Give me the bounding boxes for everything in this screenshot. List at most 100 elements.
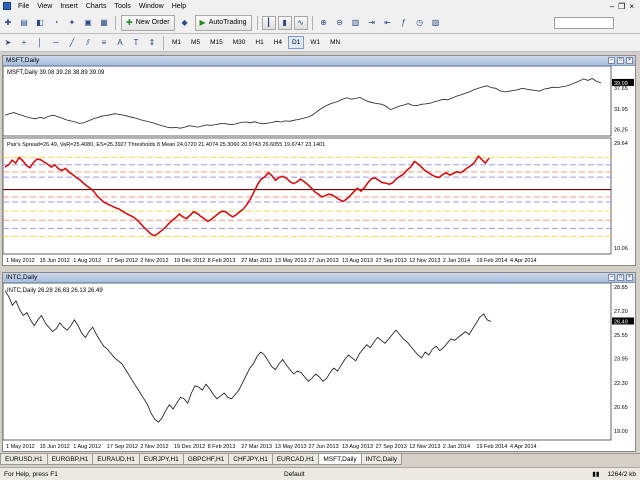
vertical-line-icon[interactable]: │ [33,36,47,50]
timeframe-m1[interactable]: M1 [168,36,185,49]
msft-chart-label: MSFT,Daily 39.08 39.28 38.89 39.09 [7,70,105,76]
menu-view[interactable]: View [33,3,56,10]
zoom-out-icon[interactable]: ⊖ [333,16,347,30]
profiles-icon[interactable]: ▤ [17,16,31,30]
timeframe-h4[interactable]: H4 [270,36,286,49]
msft-chart-canvas[interactable]: MSFT,Daily 39.08 39.28 38.89 39.09 39.09… [3,66,635,265]
zoom-in-icon[interactable]: ⊕ [317,16,331,30]
autotrading-label: AutoTrading [208,19,247,26]
intc-chart-label: INTC,Daily 26.28 26.63 26.13 26.49 [7,288,103,294]
search-input[interactable] [554,16,614,29]
terminal-icon[interactable]: ▣ [81,16,95,30]
intc-window-titlebar: INTC,Daily – □ × [3,273,635,283]
timeframe-d1[interactable]: D1 [288,36,305,49]
autotrading-icon: ▶ [199,18,206,27]
menu-window[interactable]: Window [135,3,168,10]
tab-eurjpy-h1[interactable]: EURJPY,H1 [138,454,184,465]
maximize-icon[interactable]: □ [617,274,624,281]
restore-icon[interactable]: ❐ [618,2,625,11]
menu-insert[interactable]: Insert [56,3,82,10]
arrows-icon[interactable]: ⇕ [145,36,159,50]
minimize-icon[interactable]: – [608,274,615,281]
toolbar-divider [163,35,164,50]
tab-chfjpy-h1[interactable]: CHFJPY,H1 [228,454,273,465]
chart-shift-icon[interactable]: ⇤ [381,16,395,30]
channel-icon[interactable]: ⫽ [81,36,95,50]
x-axis-label: 19 Dec 2012 [174,444,205,450]
x-axis-label: 2 Jan 2014 [443,258,470,264]
x-axis-label: 8 Feb 2013 [208,444,236,450]
x-axis-label: 27 Jun 2013 [308,444,338,450]
tab-eurcad-h1[interactable]: EURCAD,H1 [271,454,320,465]
x-axis-label: 15 Jun 2012 [40,444,70,450]
horizontal-line-icon[interactable]: ─ [49,36,63,50]
maximize-icon[interactable]: □ [617,57,624,64]
new-order-button[interactable]: ✚ New Order [121,14,175,31]
metaeditor-icon[interactable]: ◆ [178,16,192,30]
x-axis-label: 19 Feb 2014 [476,258,507,264]
intc-price-tick: 23.95 [614,357,628,363]
timeframe-h1[interactable]: H1 [251,36,267,49]
data-window-icon[interactable]: ◔ [49,16,63,30]
timeframe-m30[interactable]: M30 [229,36,250,49]
tile-windows-icon[interactable]: ▥ [349,16,363,30]
intc-price-pane [3,283,612,441]
line-chart-icon[interactable]: ∿ [293,15,308,30]
menu-charts[interactable]: Charts [82,3,111,10]
menu-bar: File View Insert Charts Tools Window Hel… [0,0,640,12]
new-order-label: New Order [135,19,170,26]
x-axis-label: 2 Nov 2012 [140,444,168,450]
cursor-icon[interactable]: ➤ [1,36,15,50]
minimize-icon[interactable]: – [608,57,615,64]
x-axis-label: 27 Mar 2013 [241,258,272,264]
toolbar-divider [311,15,313,30]
toolbar-divider [256,15,258,30]
market-watch-icon[interactable]: ◧ [33,16,47,30]
toolbar-divider [115,15,116,30]
x-axis-label: 4 Apr 2014 [510,444,537,450]
candlestick-icon[interactable]: ▮ [277,15,292,30]
timeframe-m15[interactable]: M15 [206,36,227,49]
x-axis-label: 27 Sep 2013 [376,258,407,264]
intc-chart-canvas[interactable]: INTC,Daily 26.28 26.63 26.13 26.49 28.85… [3,283,635,451]
close-icon[interactable]: × [629,2,634,11]
msft-window-controls: – □ × [608,57,635,64]
menu-file[interactable]: File [14,3,33,10]
fibonacci-icon[interactable]: ≡ [97,36,111,50]
tab-intc-daily[interactable]: INTC,Daily [360,454,403,465]
main-toolbar: ✚ ▤ ◧ ◔ ✦ ▣ ▦ ✚ New Order ◆ ▶ AutoTrading … [0,12,640,34]
tab-euraud-h1[interactable]: EURAUD,H1 [92,454,140,465]
close-icon[interactable]: × [626,57,633,64]
auto-scroll-icon[interactable]: ⇥ [365,16,379,30]
minimize-icon[interactable]: – [610,2,614,11]
timeframe-m5[interactable]: M5 [187,36,204,49]
strategy-tester-icon[interactable]: ▦ [97,16,111,30]
tab-eurusd-h1[interactable]: EURUSD,H1 [0,454,48,465]
x-axis-label: 13 Aug 2013 [342,444,373,450]
timeframe-mn[interactable]: MN [326,36,344,49]
menu-tools[interactable]: Tools [110,3,134,10]
tab-gbpchf-h1[interactable]: GBPCHF,H1 [182,454,230,465]
label-icon[interactable]: T [129,36,143,50]
spread-indicator-label: Pair's Spread=26.49, VaR=25.4080, ES=25.… [7,142,325,148]
app-icon [3,2,11,10]
text-icon[interactable]: A [113,36,127,50]
timeframe-w1[interactable]: W1 [306,36,324,49]
tab-eurgbp-h1[interactable]: EURGBP,H1 [46,454,94,465]
crosshair-icon[interactable]: + [17,36,31,50]
bar-chart-icon[interactable]: ┃ [261,15,276,30]
tab-msft-daily[interactable]: MSFT,Daily [318,454,362,465]
indicators-icon[interactable]: ƒ [397,16,411,30]
trendline-icon[interactable]: ╱ [65,36,79,50]
autotrading-button[interactable]: ▶ AutoTrading [194,14,252,31]
intc-last-price: 26.49 [614,320,628,326]
x-axis-label: 17 Sep 2012 [107,444,138,450]
templates-icon[interactable]: ▧ [429,16,443,30]
navigator-icon[interactable]: ✦ [65,16,79,30]
x-axis-label: 15 Jun 2012 [40,258,70,264]
new-chart-icon[interactable]: ✚ [1,16,15,30]
periods-icon[interactable]: ◷ [413,16,427,30]
close-icon[interactable]: × [626,274,633,281]
x-axis-label: 8 Feb 2013 [208,258,236,264]
menu-help[interactable]: Help [168,3,190,10]
